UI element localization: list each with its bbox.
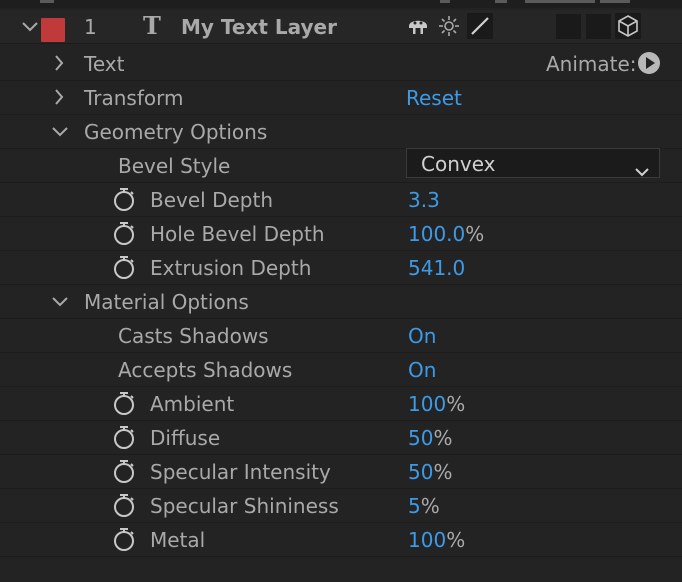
metal-value-wrap: 100% [408, 528, 465, 552]
metal-unit: % [446, 528, 466, 552]
shy-icon[interactable] [406, 14, 430, 38]
accepts-shadows-row: Accepts Shadows On [0, 353, 682, 387]
stopwatch-icon[interactable] [112, 255, 136, 279]
geometry-options-row[interactable]: Geometry Options [0, 115, 682, 149]
ambient-value-wrap: 100% [408, 392, 465, 416]
layer-number: 1 [84, 15, 97, 39]
sun-icon[interactable] [438, 15, 460, 37]
specular-intensity-value[interactable]: 50 [408, 460, 433, 484]
bevel-style-label: Bevel Style [118, 154, 231, 178]
ambient-row: Ambient 100% [0, 387, 682, 421]
casts-shadows-label: Casts Shadows [118, 324, 269, 348]
material-options-label: Material Options [84, 290, 249, 314]
diffuse-label: Diffuse [150, 426, 221, 450]
material-options-row[interactable]: Material Options [0, 285, 682, 319]
bevel-style-value: Convex [421, 152, 496, 176]
diffuse-unit: % [433, 426, 453, 450]
layer-row[interactable]: 1 T My Text Layer [0, 10, 682, 44]
diffuse-value[interactable]: 50 [408, 426, 433, 450]
bevel-style-dropdown[interactable]: Convex [406, 148, 660, 178]
diffuse-row: Diffuse 50% [0, 421, 682, 455]
accepts-shadows-value[interactable]: On [408, 358, 436, 382]
play-circle-icon[interactable] [638, 52, 660, 74]
switch-box[interactable] [556, 14, 581, 39]
bevel-depth-value-wrap: 3.3 [408, 188, 440, 212]
slash-icon[interactable] [467, 13, 493, 39]
hole-bevel-depth-value[interactable]: 100.0 [408, 222, 465, 246]
specular-shininess-value[interactable]: 5 [408, 494, 421, 518]
stopwatch-icon[interactable] [112, 425, 136, 449]
stopwatch-icon[interactable] [112, 221, 136, 245]
transform-group-row[interactable]: Transform Reset [0, 81, 682, 115]
extrusion-depth-value[interactable]: 541.0 [408, 256, 465, 280]
specular-intensity-unit: % [433, 460, 453, 484]
extrusion-depth-value-wrap: 541.0 [408, 256, 465, 280]
stopwatch-icon[interactable] [112, 527, 136, 551]
switch-box[interactable] [586, 14, 611, 39]
chevron-down-icon[interactable] [50, 115, 70, 148]
layer-label-color[interactable] [41, 18, 65, 42]
transform-label: Transform [84, 86, 184, 110]
diffuse-value-wrap: 50% [408, 426, 452, 450]
extrusion-depth-row: Extrusion Depth 541.0 [0, 251, 682, 285]
chevron-down-icon[interactable] [20, 10, 40, 43]
specular-shininess-unit: % [420, 494, 440, 518]
specular-intensity-value-wrap: 50% [408, 460, 452, 484]
ambient-label: Ambient [150, 392, 235, 416]
hole-bevel-depth-value-wrap: 100.0% [408, 222, 484, 246]
chevron-right-icon[interactable] [50, 47, 70, 80]
timeline-header-strip [0, 0, 682, 8]
specular-shininess-label: Specular Shininess [150, 494, 339, 518]
ambient-unit: % [446, 392, 466, 416]
chevron-right-icon[interactable] [50, 81, 70, 114]
stopwatch-icon[interactable] [112, 493, 136, 517]
reset-link[interactable]: Reset [406, 86, 462, 110]
chevron-down-icon[interactable] [50, 285, 70, 318]
bevel-depth-label: Bevel Depth [150, 188, 273, 212]
specular-intensity-label: Specular Intensity [150, 460, 331, 484]
stopwatch-icon[interactable] [112, 391, 136, 415]
metal-value[interactable]: 100 [408, 528, 446, 552]
geometry-options-label: Geometry Options [84, 120, 268, 144]
stopwatch-icon[interactable] [112, 187, 136, 211]
cube-icon[interactable] [615, 13, 641, 39]
stopwatch-icon[interactable] [112, 459, 136, 483]
bevel-depth-value[interactable]: 3.3 [408, 188, 440, 212]
accepts-shadows-label: Accepts Shadows [118, 358, 293, 382]
hole-bevel-depth-row: Hole Bevel Depth 100.0% [0, 217, 682, 251]
specular-shininess-row: Specular Shininess 5% [0, 489, 682, 523]
chevron-down-icon [635, 158, 649, 182]
text-group-label: Text [84, 52, 125, 76]
metal-row: Metal 100% [0, 523, 682, 557]
specular-shininess-value-wrap: 5% [408, 494, 440, 518]
extrusion-depth-label: Extrusion Depth [150, 256, 312, 280]
casts-shadows-row: Casts Shadows On [0, 319, 682, 353]
animate-label[interactable]: Animate: [546, 52, 637, 76]
layer-name[interactable]: My Text Layer [181, 15, 337, 39]
text-layer-type-icon: T [143, 11, 161, 40]
casts-shadows-value[interactable]: On [408, 324, 436, 348]
metal-label: Metal [150, 528, 206, 552]
specular-intensity-row: Specular Intensity 50% [0, 455, 682, 489]
hole-bevel-depth-unit: % [465, 222, 485, 246]
bevel-depth-row: Bevel Depth 3.3 [0, 183, 682, 217]
ambient-value[interactable]: 100 [408, 392, 446, 416]
hole-bevel-depth-label: Hole Bevel Depth [150, 222, 325, 246]
text-group-row[interactable]: Text Animate: [0, 47, 682, 81]
